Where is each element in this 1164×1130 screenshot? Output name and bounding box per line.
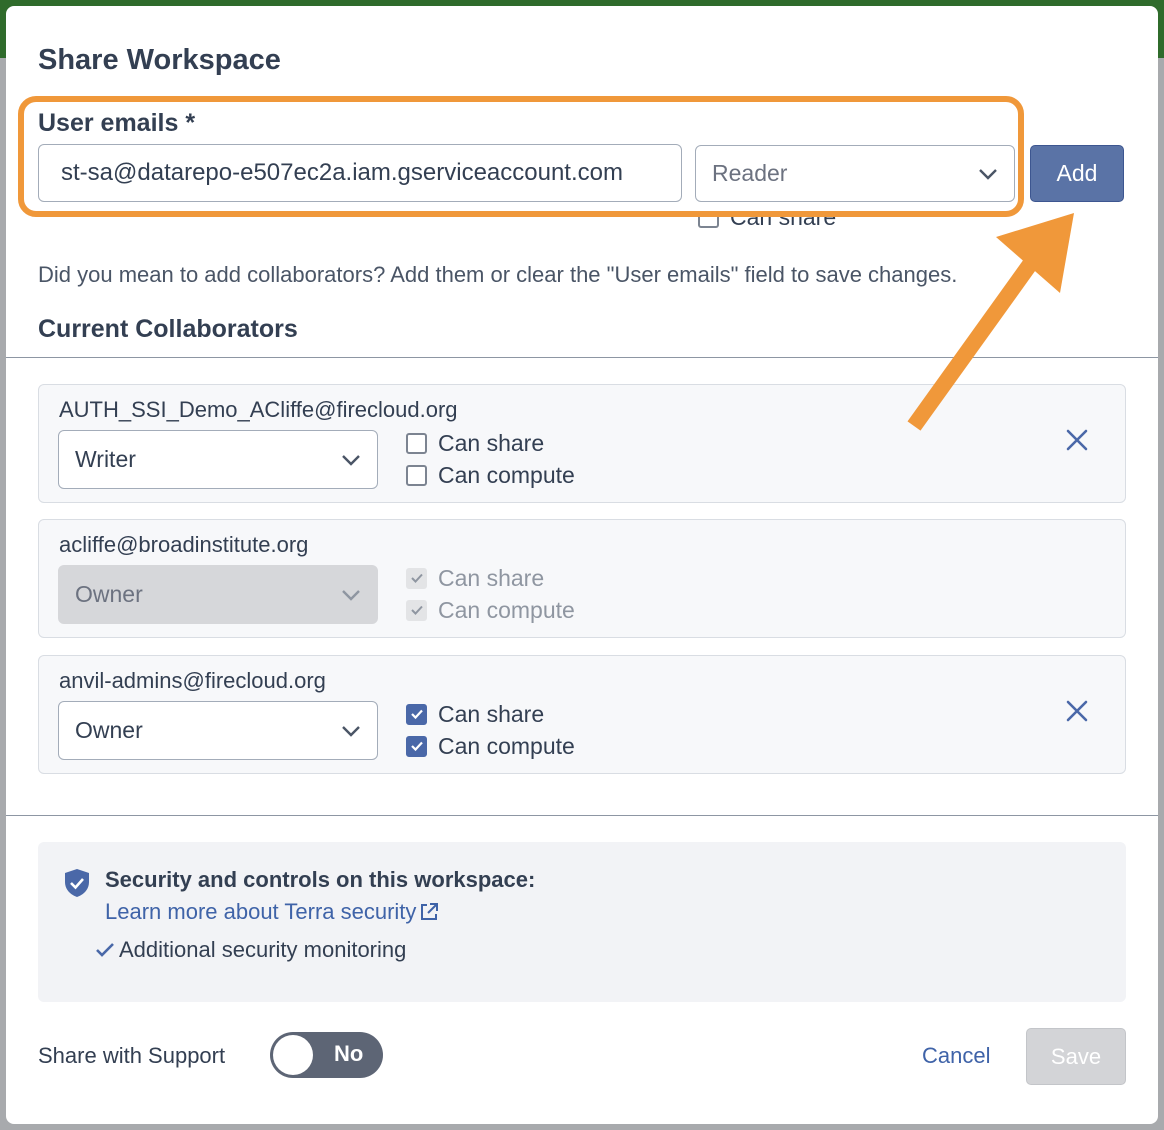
chevron-down-icon [342,454,360,466]
add-button[interactable]: Add [1030,145,1124,202]
close-icon [1066,700,1088,722]
can-share-option[interactable]: Can share [406,698,575,730]
external-link-icon [421,903,439,920]
can-share-checkbox[interactable] [406,703,427,725]
share-with-support-toggle[interactable]: No [270,1032,383,1078]
permission-checkboxes: Can share Can compute [406,698,575,762]
unsaved-emails-hint: Did you mean to add collaborators? Add t… [38,262,958,287]
check-icon [410,741,423,752]
security-feature-item: Additional security monitoring [95,937,406,963]
toggle-knob [273,1035,313,1075]
collaborator-role-select[interactable]: Owner [58,701,378,760]
collaborator-role-select[interactable]: Writer [58,430,378,489]
can-compute-checkbox[interactable] [406,735,427,757]
role-value: Owner [75,581,143,607]
can-compute-label: Can compute [438,732,575,759]
collaborator-card: acliffe@broadinstitute.org Owner Can sha… [38,519,1126,638]
can-share-checkbox[interactable] [406,432,427,454]
security-controls-panel: Security and controls on this workspace:… [38,842,1126,1002]
permission-checkboxes: Can share Can compute [406,562,575,626]
collaborator-email: acliffe@broadinstitute.org [59,532,309,557]
save-button[interactable]: Save [1026,1028,1126,1085]
toggle-state: No [334,1041,364,1066]
security-title: Security and controls on this workspace: [105,867,536,892]
can-share-checkbox [406,567,427,589]
security-feature-text: Additional security monitoring [119,937,407,962]
collaborator-role-select: Owner [58,565,378,624]
can-compute-option[interactable]: Can compute [406,459,575,491]
chevron-down-icon [342,589,360,601]
role-value: Writer [75,446,136,472]
collaborator-card: anvil-admins@firecloud.org Owner Can sha… [38,655,1126,774]
divider [6,815,1158,816]
can-compute-checkbox[interactable] [406,464,427,486]
arrow-annotation [907,213,1074,431]
annotation-highlight-box [18,96,1024,217]
can-share-label: Can share [438,700,545,727]
can-share-label: Can share [438,429,545,456]
check-icon [96,943,114,957]
check-icon [410,605,423,615]
permission-checkboxes: Can share Can compute [406,427,575,491]
remove-collaborator-button[interactable] [1064,698,1094,728]
can-share-option: Can share [406,562,575,594]
terra-security-link[interactable]: Learn more about Terra security [105,899,440,925]
collaborator-email: AUTH_SSI_Demo_ACliffe@firecloud.org [59,397,458,422]
collaborator-email: anvil-admins@firecloud.org [59,668,326,693]
check-icon [410,573,423,583]
share-with-support-label: Share with Support [38,1043,226,1068]
cancel-button[interactable]: Cancel [922,1043,990,1069]
dialog-title: Share Workspace [38,44,281,76]
share-workspace-dialog: Share Workspace User emails * Reader Add… [6,6,1158,1124]
can-compute-checkbox [406,599,427,621]
terra-security-link-text: Learn more about Terra security [105,899,417,924]
shield-check-icon [65,869,89,897]
can-share-option[interactable]: Can share [406,427,575,459]
current-collaborators-heading: Current Collaborators [38,315,298,343]
role-value: Owner [75,717,143,743]
chevron-down-icon [342,725,360,737]
can-share-label: Can share [438,564,545,591]
can-compute-option[interactable]: Can compute [406,730,575,762]
can-compute-label: Can compute [438,461,575,488]
can-compute-label: Can compute [438,596,575,623]
check-icon [410,709,423,720]
can-compute-option: Can compute [406,594,575,626]
